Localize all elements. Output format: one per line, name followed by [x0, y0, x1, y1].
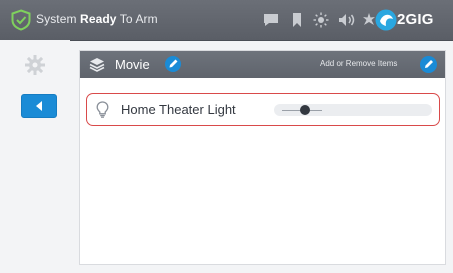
scene-title: Movie — [115, 57, 150, 72]
layers-icon — [89, 58, 105, 72]
chevron-left-icon — [36, 101, 42, 111]
status-prefix: System — [36, 12, 81, 26]
brightness-icon[interactable] — [313, 12, 329, 28]
bookmark-icon[interactable] — [291, 12, 303, 28]
system-status-bar: System Ready To Arm 2GIG — [0, 0, 453, 41]
pencil-icon — [169, 59, 178, 68]
shield-check-icon[interactable] — [10, 9, 32, 31]
brand-logo-icon — [375, 9, 397, 31]
dimmer-slider-thumb[interactable] — [299, 105, 310, 115]
status-ready: Ready — [80, 12, 117, 26]
dimmer-slider[interactable] — [274, 104, 432, 116]
device-row-home-theater-light[interactable]: Home Theater Light — [86, 93, 440, 126]
message-icon[interactable] — [262, 12, 280, 28]
status-suffix: To Arm — [116, 12, 158, 26]
brand-name: 2GIG — [397, 11, 434, 28]
arm-status-text: System Ready To Arm — [36, 12, 158, 26]
add-remove-items-button[interactable] — [420, 56, 437, 73]
pencil-icon — [425, 60, 433, 68]
edit-scene-button[interactable] — [165, 56, 181, 72]
device-name: Home Theater Light — [121, 102, 236, 117]
gear-icon[interactable] — [24, 54, 46, 76]
brand-logo: 2GIG — [372, 6, 452, 34]
scene-panel: Movie Add or Remove Items Home Theater L… — [79, 50, 446, 265]
add-remove-items-link[interactable]: Add or Remove Items — [320, 59, 397, 68]
light-bulb-icon — [96, 101, 109, 118]
left-rail — [0, 40, 70, 273]
back-button[interactable] — [21, 94, 57, 118]
scene-panel-header: Movie Add or Remove Items — [80, 51, 445, 78]
volume-icon[interactable] — [338, 12, 356, 28]
